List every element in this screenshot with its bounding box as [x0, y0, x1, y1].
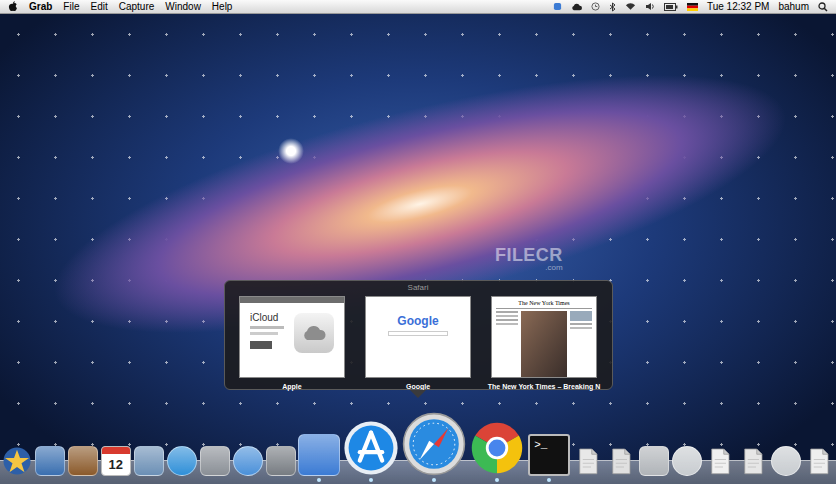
running-indicator [432, 478, 436, 482]
menu-bar: Grab File Edit Capture Window Help Tue 12:32 P… [0, 0, 836, 14]
dock-item[interactable] [402, 412, 466, 476]
window-switcher-panel: Safari iCloud Apple Google Google The New Yor… [224, 280, 613, 390]
app-icon[interactable] [298, 434, 340, 476]
dock-item[interactable] [705, 446, 735, 476]
cloud-icon[interactable] [571, 3, 582, 11]
dock-item[interactable] [573, 446, 603, 476]
spotlight-icon[interactable] [818, 2, 828, 12]
sync-icon[interactable] [553, 2, 562, 11]
desktop-screen: Grab File Edit Capture Window Help Tue 12:32 P… [0, 0, 836, 484]
app-store-icon[interactable] [343, 420, 399, 476]
switcher-title: Safari [408, 283, 429, 293]
document-icon[interactable] [804, 446, 834, 476]
menu-item[interactable]: File [63, 2, 79, 12]
dock-item[interactable] [738, 446, 768, 476]
dock-item[interactable] [68, 446, 98, 476]
dock-item[interactable] [200, 446, 230, 476]
dock-item[interactable] [167, 446, 197, 476]
app-icon[interactable] [68, 446, 98, 476]
page-heading: Google [397, 315, 438, 327]
dock-item[interactable] [298, 434, 340, 476]
page-heading: iCloud [250, 313, 284, 323]
page-heading: The New York Times [496, 300, 592, 306]
running-indicator [547, 478, 551, 482]
window-label: The New York Times – Breaking N [488, 382, 600, 391]
terminal-icon[interactable]: >_ [528, 434, 570, 476]
dock-item[interactable]: 12 [101, 446, 131, 476]
watermark: FILECR.com [495, 246, 563, 272]
cloud-icon [294, 313, 334, 353]
news-photo [521, 311, 567, 377]
safari-compass-icon[interactable] [402, 412, 466, 476]
search-field [388, 331, 448, 336]
flag-icon[interactable] [687, 3, 698, 11]
battery-icon[interactable] [664, 3, 678, 11]
menu-item[interactable]: Help [212, 2, 233, 12]
terminal-prompt: >_ [534, 440, 547, 451]
window-label: Apple [282, 382, 301, 391]
app-icon[interactable] [771, 446, 801, 476]
app-icon[interactable] [266, 446, 296, 476]
menu-item[interactable]: Capture [119, 2, 155, 12]
chrome-icon[interactable] [469, 420, 525, 476]
window-thumbnail[interactable]: The New York Times The New York Times – B… [487, 296, 601, 391]
document-icon[interactable] [705, 446, 735, 476]
apple-page-thumbnail: iCloud [240, 297, 344, 377]
dock-item[interactable]: >_ [528, 434, 570, 476]
dock-item[interactable] [233, 446, 263, 476]
volume-icon[interactable] [645, 2, 655, 11]
star-icon[interactable] [2, 446, 32, 476]
app-icon[interactable] [639, 446, 669, 476]
document-icon[interactable] [573, 446, 603, 476]
time-machine-icon[interactable] [591, 2, 600, 11]
news-page-thumbnail: The New York Times [492, 297, 596, 377]
menu-item[interactable]: Edit [90, 2, 107, 12]
dock-item[interactable] [804, 446, 834, 476]
dock-item[interactable] [771, 446, 801, 476]
calendar-icon[interactable]: 12 [101, 446, 131, 476]
app-icon[interactable] [35, 446, 65, 476]
running-indicator [317, 478, 321, 482]
bluetooth-icon[interactable] [609, 2, 616, 12]
google-page-thumbnail: Google [366, 297, 470, 377]
dock-item[interactable] [35, 446, 65, 476]
nav-bar [240, 297, 344, 303]
window-thumbnail[interactable]: Google Google [361, 296, 475, 391]
dock-item[interactable] [469, 420, 525, 476]
window-label: Google [406, 382, 430, 391]
app-icon[interactable] [200, 446, 230, 476]
calendar-date: 12 [109, 458, 123, 471]
menu-item[interactable]: Window [165, 2, 201, 12]
pointer-arrow-icon [410, 390, 426, 398]
dock-item[interactable] [343, 420, 399, 476]
dock: 12 >_ [0, 398, 836, 484]
bright-star [278, 138, 304, 164]
dock-item[interactable] [672, 446, 702, 476]
app-icon[interactable] [672, 446, 702, 476]
menu-clock[interactable]: Tue 12:32 PM [707, 2, 769, 12]
app-icon[interactable] [167, 446, 197, 476]
dock-item[interactable] [266, 446, 296, 476]
dock-item[interactable] [2, 446, 32, 476]
dock-item[interactable] [639, 446, 669, 476]
running-indicator [495, 478, 499, 482]
apple-logo-icon[interactable] [8, 1, 18, 12]
app-menu[interactable]: Grab [29, 2, 52, 12]
user-menu[interactable]: bahum [778, 2, 809, 12]
app-icon[interactable] [233, 446, 263, 476]
document-icon[interactable] [606, 446, 636, 476]
window-thumbnail[interactable]: iCloud Apple [235, 296, 349, 391]
wifi-icon[interactable] [625, 2, 636, 11]
document-icon[interactable] [738, 446, 768, 476]
app-icon[interactable] [134, 446, 164, 476]
desktop: FILECR.com Safari iCloud Apple Google Google T… [0, 14, 836, 484]
running-indicator [369, 478, 373, 482]
dock-item[interactable] [606, 446, 636, 476]
dock-item[interactable] [134, 446, 164, 476]
